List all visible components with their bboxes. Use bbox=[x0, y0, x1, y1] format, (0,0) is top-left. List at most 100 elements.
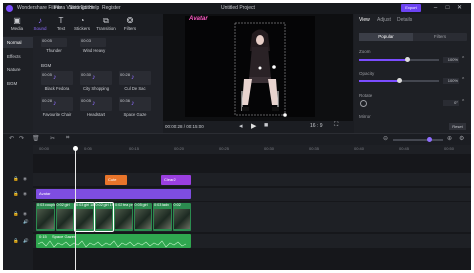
clip-thumbnail bbox=[115, 209, 132, 229]
aspect-ratio-select[interactable]: 16 : 9 bbox=[310, 123, 323, 129]
chevron-up-icon[interactable]: ⌃ bbox=[461, 77, 465, 83]
zoom-slider-fill bbox=[359, 59, 407, 61]
ruler-tick-label: 00:40 bbox=[354, 146, 365, 151]
playhead[interactable] bbox=[75, 146, 76, 270]
step-back-icon[interactable]: ◂ bbox=[239, 122, 243, 130]
menu-file[interactable]: File bbox=[54, 5, 62, 11]
lock-icon[interactable]: 🔒 bbox=[13, 238, 19, 244]
fullscreen-icon[interactable]: ⛶ bbox=[334, 122, 338, 129]
maximize-icon[interactable]: □ bbox=[443, 4, 452, 12]
segment-filters[interactable]: Filters bbox=[413, 33, 467, 41]
clip-thumbnail bbox=[134, 209, 151, 229]
bgm-thumb[interactable]: 00:36 ♪ bbox=[119, 97, 151, 111]
bgm-thumb[interactable]: 00:30 ♪ bbox=[80, 71, 112, 85]
bgm-caption: Headstart bbox=[86, 112, 106, 117]
tab-view[interactable]: View bbox=[359, 17, 370, 23]
music-note-icon: ♪ bbox=[38, 16, 42, 25]
preview-overlay-text[interactable]: Avatar bbox=[189, 16, 208, 22]
sound-thumb-thunder[interactable]: 00:05 bbox=[41, 38, 67, 47]
bgm-thumb[interactable]: 00:28 ♪ bbox=[41, 97, 73, 111]
undo-icon[interactable]: ↶ bbox=[9, 135, 14, 142]
tab-media[interactable]: ▣ Media bbox=[6, 16, 28, 36]
text-clip[interactable]: Avatar bbox=[36, 189, 191, 199]
opacity-value[interactable]: 100% bbox=[443, 78, 459, 84]
speaker-icon[interactable]: 🔊 bbox=[23, 219, 29, 225]
bgm-thumb[interactable]: 00:05 ♪ bbox=[80, 97, 112, 111]
music-note-icon: ♪ bbox=[92, 100, 96, 107]
menu-register[interactable]: Register bbox=[102, 5, 121, 11]
video-clip[interactable]: 0:05 girl bbox=[133, 203, 152, 231]
video-clip[interactable]: 0:02 girl 19 bbox=[93, 202, 114, 232]
speaker-icon[interactable]: 🔊 bbox=[23, 238, 29, 244]
sticker-clip[interactable]: Clear2 bbox=[161, 175, 191, 185]
settings-icon[interactable]: ⚙ bbox=[459, 135, 464, 142]
video-clip[interactable]: 0:03couple bbox=[36, 203, 55, 231]
rotate-value[interactable]: 0° bbox=[443, 100, 459, 106]
menu-settings[interactable]: Settings bbox=[69, 5, 87, 11]
crop-icon[interactable]: ⌗ bbox=[66, 135, 69, 142]
bgm-caption: City Shopping bbox=[82, 86, 110, 91]
delete-icon[interactable]: 🗑 bbox=[32, 135, 40, 142]
video-clip[interactable]: 0:02 bbox=[172, 203, 191, 231]
eye-icon[interactable]: ◉ bbox=[23, 176, 27, 182]
category-nature[interactable]: Nature bbox=[3, 64, 33, 75]
opacity-slider-knob[interactable] bbox=[396, 78, 402, 83]
rotate-dial[interactable] bbox=[360, 100, 367, 107]
transition-icon: ⧉ bbox=[103, 16, 109, 25]
split-icon[interactable]: ✂ bbox=[50, 135, 55, 142]
chevron-up-icon[interactable]: ⌃ bbox=[461, 99, 465, 105]
tab-sound[interactable]: ♪ Sound bbox=[29, 16, 51, 36]
ruler-tick-label: 0:05 bbox=[84, 146, 92, 151]
zoom-slider-knob[interactable] bbox=[404, 57, 410, 62]
lock-icon[interactable]: 🔒 bbox=[13, 191, 19, 197]
segment-popular[interactable]: Popular bbox=[359, 33, 413, 41]
tab-details[interactable]: Details bbox=[397, 17, 412, 23]
zoom-out-icon[interactable]: ⊖ bbox=[383, 135, 388, 142]
close-icon[interactable]: ✕ bbox=[455, 4, 464, 12]
play-icon[interactable]: ▶ bbox=[251, 122, 256, 130]
sound-caption: Thunder bbox=[46, 48, 62, 53]
tab-adjust[interactable]: Adjust bbox=[377, 17, 391, 23]
playhead-handle[interactable] bbox=[73, 146, 78, 151]
menu-help[interactable]: Help bbox=[89, 5, 99, 11]
tab-stickers[interactable]: ◔ Stickers bbox=[71, 16, 93, 36]
timeline-zoom-knob[interactable] bbox=[427, 137, 432, 142]
stop-icon[interactable]: ■ bbox=[264, 122, 268, 129]
minimize-icon[interactable]: – bbox=[431, 4, 440, 12]
eye-icon[interactable]: ◉ bbox=[23, 191, 27, 197]
timeline-zoom-slider[interactable] bbox=[393, 139, 443, 141]
clip-thumbnail bbox=[37, 209, 54, 229]
music-note-icon: ♪ bbox=[92, 74, 96, 81]
lock-icon[interactable]: 🔒 bbox=[13, 211, 19, 217]
tab-transition[interactable]: ⧉ Transition bbox=[95, 16, 117, 36]
reset-button[interactable]: Reset bbox=[449, 123, 466, 130]
tab-text[interactable]: T Text bbox=[50, 16, 72, 36]
audio-clip[interactable]: 0:15 Space Gazer bbox=[36, 234, 191, 248]
sticker-clip[interactable]: Cute bbox=[105, 175, 127, 185]
project-title: Untitled Project bbox=[221, 5, 255, 11]
eye-icon[interactable]: ◉ bbox=[23, 211, 27, 217]
video-clip[interactable]: 0:02tea pre bbox=[114, 203, 133, 231]
bgm-thumb[interactable]: 00:05 ♪ bbox=[41, 71, 73, 85]
ruler-tick-label: 00:35 bbox=[309, 146, 320, 151]
chevron-up-icon[interactable]: ⌃ bbox=[461, 56, 465, 62]
category-bgm[interactable]: BGM bbox=[3, 78, 33, 89]
bgm-caption: Cul De Sac bbox=[124, 86, 146, 91]
category-effects[interactable]: Effects bbox=[3, 51, 33, 62]
video-clip[interactable]: 0:03 ladv bbox=[153, 203, 172, 231]
mirror-label: Mirror bbox=[359, 114, 371, 119]
zoom-in-icon[interactable]: ⊕ bbox=[447, 135, 452, 142]
zoom-value[interactable]: 100% bbox=[443, 57, 459, 63]
redo-icon[interactable]: ↷ bbox=[19, 135, 24, 142]
lock-icon[interactable]: 🔒 bbox=[13, 176, 19, 182]
export-button[interactable]: Export bbox=[401, 4, 421, 12]
app-window: Wondershare Filmora Video Editor File Se… bbox=[3, 3, 471, 270]
bgm-thumb[interactable]: 00:28 ♪ bbox=[119, 71, 151, 85]
preview-figure bbox=[234, 22, 287, 117]
zoom-label: Zoom bbox=[359, 49, 371, 54]
category-normal[interactable]: Normal bbox=[3, 37, 33, 48]
sound-thumb-wind-heavy[interactable]: 00:03 bbox=[80, 38, 106, 47]
tab-filters[interactable]: ❂ Filters bbox=[119, 16, 141, 36]
video-clip[interactable]: 0:03 girl 18 bbox=[74, 202, 95, 232]
video-clip[interactable]: 0:02 girl bbox=[55, 203, 74, 231]
